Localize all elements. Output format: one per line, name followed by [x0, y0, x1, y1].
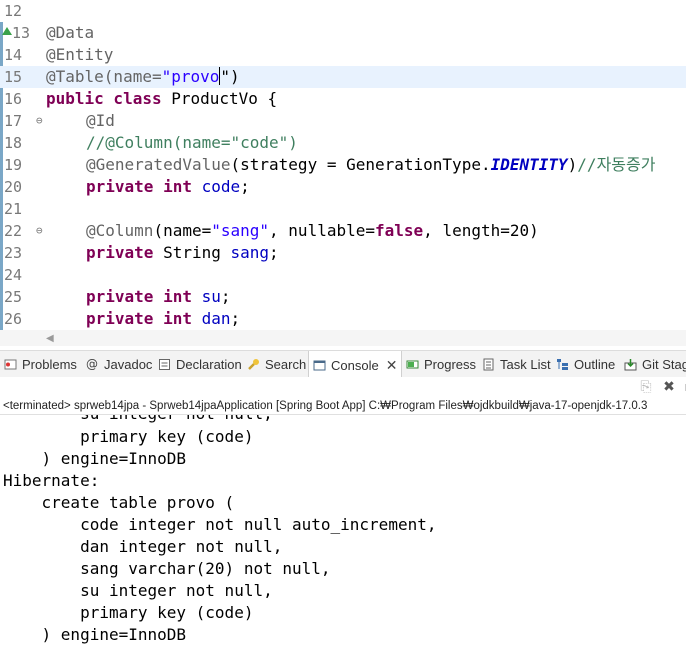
code-text: private int su;: [86, 287, 231, 306]
line-number: 19: [4, 156, 23, 174]
code-editor[interactable]: 12 13 @Data 14 @Entity 15 @Table(name="p…: [0, 0, 686, 346]
console-line: sang varchar(20) not null,: [3, 559, 331, 578]
line-number: 23: [4, 244, 23, 262]
code-text: private int dan;: [86, 309, 241, 328]
code-line[interactable]: 22 ⊖ @Column(name="sang", nullable=false…: [0, 220, 686, 242]
console-line: code integer not null auto_increment,: [3, 515, 437, 534]
line-number: 16: [4, 90, 23, 108]
code-line[interactable]: 16 public class ProductVo {: [0, 88, 686, 110]
code-line[interactable]: 18 //@Column(name="code"): [0, 132, 686, 154]
line-number: 25: [4, 288, 23, 306]
views-tab-bar: Problems @ Javadoc Declaration Search Co…: [0, 350, 686, 379]
scroll-left-icon[interactable]: ◀: [46, 333, 54, 344]
progress-icon: [406, 358, 419, 371]
console-status-label: <terminated> sprweb14jpa - Sprweb14jpaAp…: [0, 397, 686, 415]
line-number: 18: [4, 134, 23, 152]
code-text: private int code;: [86, 177, 250, 196]
search-icon: [247, 358, 260, 371]
tab-outline[interactable]: Outline: [556, 351, 615, 378]
override-marker-icon: [2, 27, 12, 35]
tab-search[interactable]: Search: [247, 351, 306, 378]
console-icon: [313, 359, 326, 372]
console-line: ) engine=InnoDB: [3, 449, 187, 468]
tab-javadoc[interactable]: @ Javadoc: [86, 351, 152, 378]
code-text: @Column(name="sang", nullable=false, len…: [86, 221, 539, 240]
code-text: @Data: [46, 23, 95, 42]
close-icon[interactable]: ✕: [386, 357, 398, 374]
fold-collapse-icon[interactable]: ⊖: [36, 220, 43, 242]
code-text: public class ProductVo {: [46, 89, 278, 108]
tab-problems[interactable]: Problems: [4, 351, 77, 378]
code-line[interactable]: 14 @Entity: [0, 44, 686, 66]
code-line[interactable]: 26 private int dan;: [0, 308, 686, 330]
code-line[interactable]: 17 ⊖ @Id: [0, 110, 686, 132]
line-number: 22: [4, 222, 23, 240]
line-number: 20: [4, 178, 23, 196]
console-line: dan integer not null,: [3, 537, 283, 556]
javadoc-icon: @: [86, 357, 98, 371]
fold-collapse-icon[interactable]: ⊖: [36, 110, 43, 132]
outline-icon: [556, 358, 569, 371]
code-text: @Table(name="provo"): [46, 67, 240, 86]
tab-console[interactable]: Console ✕: [308, 351, 403, 379]
code-line[interactable]: 20 private int code;: [0, 176, 686, 198]
console-line: Hibernate:: [3, 471, 109, 490]
console-output[interactable]: su integer not null, primary key (code) …: [0, 415, 686, 645]
remove-all-terminated-icon[interactable]: ✖: [661, 379, 677, 395]
line-number: 12: [4, 2, 23, 20]
console-line: su integer not null,: [3, 581, 273, 600]
code-text: @Id: [86, 111, 115, 130]
horizontal-scrollbar[interactable]: ◀: [0, 330, 686, 346]
current-code-line[interactable]: 15 @Table(name="provo"): [0, 66, 686, 88]
remove-launch-icon[interactable]: ⎘: [638, 379, 654, 395]
console-line: su integer not null,: [3, 415, 273, 425]
code-line[interactable]: 12: [0, 0, 686, 22]
console-toolbar: ⎘ ✖ ▪: [0, 377, 686, 397]
console-line: primary key (code): [3, 603, 254, 622]
code-text: private String sang;: [86, 243, 279, 262]
tab-progress[interactable]: Progress: [406, 351, 476, 378]
code-line[interactable]: 13 @Data: [0, 22, 686, 44]
line-number: 14: [4, 46, 23, 64]
line-number: 24: [4, 266, 23, 284]
clear-console-icon[interactable]: ▪: [681, 379, 686, 395]
code-line[interactable]: 19 @GeneratedValue(strategy = Generation…: [0, 154, 686, 176]
code-line[interactable]: 21: [0, 198, 686, 220]
code-text: @GeneratedValue(strategy = GenerationTyp…: [86, 155, 656, 174]
code-line[interactable]: 25 private int su;: [0, 286, 686, 308]
code-text: //@Column(name="code"): [86, 133, 298, 152]
task-list-icon: [482, 358, 495, 371]
line-number: 15: [4, 68, 23, 86]
problems-icon: [4, 358, 17, 371]
tab-git-staging[interactable]: Git Stag: [624, 351, 686, 378]
line-number: 21: [4, 200, 23, 218]
console-line: primary key (code): [3, 427, 254, 446]
code-text: @Entity: [46, 45, 114, 64]
code-line[interactable]: 24: [0, 264, 686, 286]
declaration-icon: [158, 358, 171, 371]
tab-declaration[interactable]: Declaration: [158, 351, 242, 378]
git-staging-icon: [624, 358, 637, 371]
code-line[interactable]: 23 private String sang;: [0, 242, 686, 264]
tab-task-list[interactable]: Task List: [482, 351, 551, 378]
console-line: ) engine=InnoDB: [3, 625, 187, 644]
line-number: 17: [4, 112, 23, 130]
console-line: create table provo (: [3, 493, 235, 512]
line-number: 26: [4, 310, 23, 328]
line-number: 13: [12, 24, 31, 42]
